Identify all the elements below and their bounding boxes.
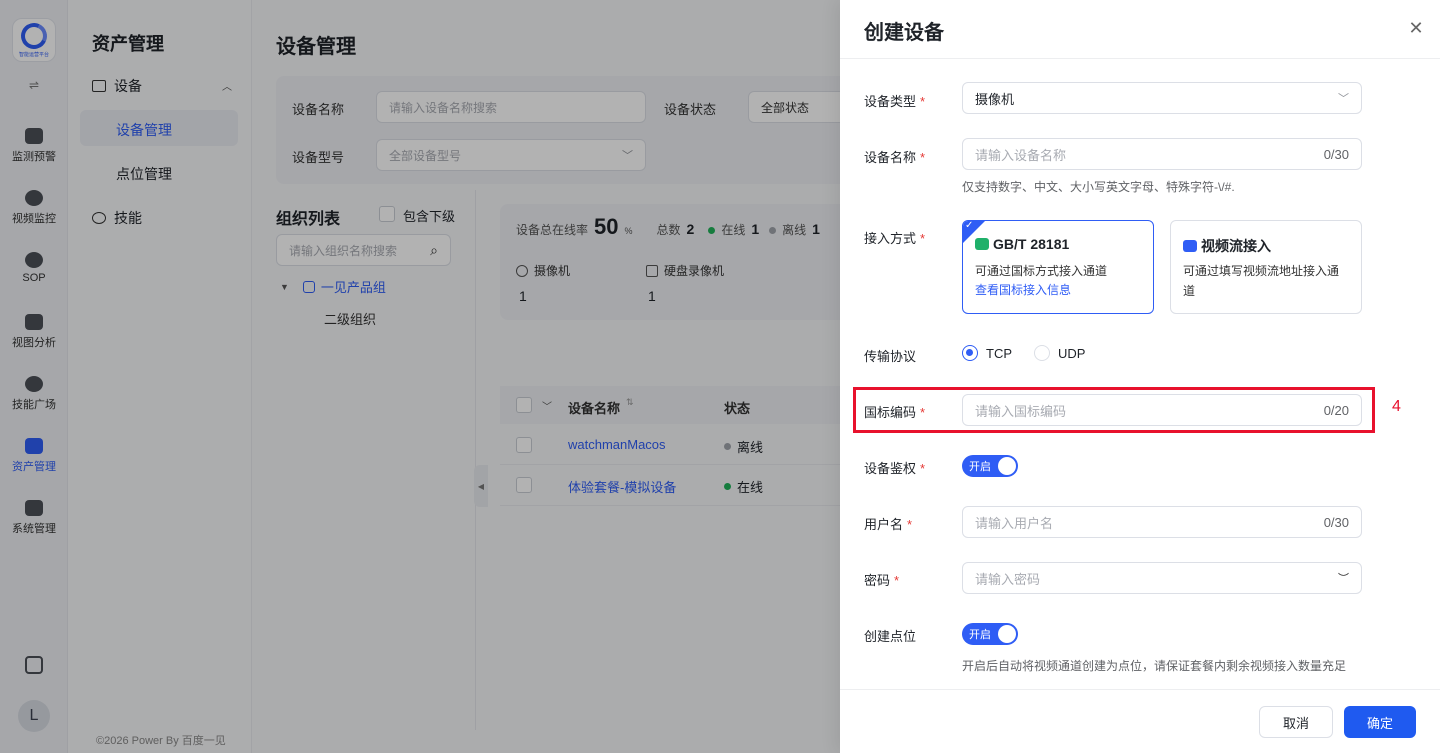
video-icon xyxy=(1183,240,1197,252)
check-icon: ✓ xyxy=(965,220,974,231)
device-name-hint: 仅支持数字、中文、大小写英文字母、特殊字符-\/#. xyxy=(962,180,1235,194)
username-label: 用户名 * xyxy=(864,517,913,532)
create-point-toggle[interactable]: 开启 xyxy=(962,623,1018,645)
auth-toggle[interactable]: 开启 xyxy=(962,455,1018,477)
radio-tcp-label: TCP xyxy=(986,345,1012,361)
toggle-knob xyxy=(998,625,1016,643)
radio-udp-dot xyxy=(1034,345,1050,361)
drawer-footer-divider xyxy=(840,689,1440,690)
device-name-input[interactable]: 请输入设备名称 0/30 xyxy=(962,138,1362,170)
create-point-label: 创建点位 xyxy=(864,629,917,644)
access-card-gb28181[interactable]: ✓ GB/T 28181 可通过国标方式接入通道 查看国标接入信息 xyxy=(962,220,1154,314)
stream-card-header: 视频流接入 xyxy=(1183,236,1271,256)
password-label: 密码 * xyxy=(864,573,900,588)
radio-udp[interactable]: UDP xyxy=(1034,345,1085,361)
drawer-header-divider xyxy=(840,58,1440,59)
gb-icon xyxy=(975,238,989,250)
device-name-label: 设备名称 * xyxy=(864,150,926,165)
device-name-placeholder: 请输入设备名称 xyxy=(975,147,1067,163)
confirm-button[interactable]: 确定 xyxy=(1344,706,1416,738)
close-icon[interactable]: ✕ xyxy=(1406,18,1426,38)
access-method-label: 接入方式 * xyxy=(864,231,926,246)
device-type-select[interactable]: 摄像机 ﹀ xyxy=(962,82,1362,114)
username-placeholder: 请输入用户名 xyxy=(975,515,1054,531)
eye-closed-icon[interactable]: ︶ xyxy=(1338,570,1349,586)
chevron-down-icon: ﹀ xyxy=(1338,93,1349,105)
gb-card-header: GB/T 28181 xyxy=(975,236,1069,252)
gb-card-title: GB/T 28181 xyxy=(993,236,1070,252)
cancel-button[interactable]: 取消 xyxy=(1259,706,1333,738)
username-input[interactable]: 请输入用户名 0/30 xyxy=(962,506,1362,538)
create-point-toggle-text: 开启 xyxy=(969,629,991,641)
create-point-hint: 开启后自动将视频通道创建为点位，请保证套餐内剩余视频接入数量充足 xyxy=(962,659,1347,673)
drawer-title: 创建设备 xyxy=(864,22,944,44)
char-counter: 0/30 xyxy=(1323,146,1349,162)
stream-card-title: 视频流接入 xyxy=(1201,238,1271,254)
highlight-box xyxy=(853,387,1375,433)
device-type-label: 设备类型 * xyxy=(864,94,926,109)
char-counter: 0/30 xyxy=(1323,514,1349,530)
access-card-stream[interactable]: 视频流接入 可通过填写视频流地址接入通道 xyxy=(1170,220,1362,314)
auth-label: 设备鉴权 * xyxy=(864,461,926,476)
gb-card-desc: 可通过国标方式接入通道 xyxy=(975,264,1108,278)
device-type-value: 摄像机 xyxy=(975,91,1015,107)
password-placeholder: 请输入密码 xyxy=(975,571,1041,587)
highlight-number: 4 xyxy=(1392,398,1401,415)
gb-info-link[interactable]: 查看国标接入信息 xyxy=(975,281,1071,298)
stream-card-desc: 可通过填写视频流地址接入通道 xyxy=(1183,264,1340,298)
password-input[interactable]: 请输入密码 ︶ xyxy=(962,562,1362,594)
toggle-knob xyxy=(998,457,1016,475)
radio-udp-label: UDP xyxy=(1058,345,1086,361)
radio-tcp[interactable]: TCP xyxy=(962,345,1012,361)
radio-tcp-dot xyxy=(962,345,978,361)
protocol-label: 传输协议 xyxy=(864,349,917,364)
auth-toggle-text: 开启 xyxy=(969,461,991,473)
